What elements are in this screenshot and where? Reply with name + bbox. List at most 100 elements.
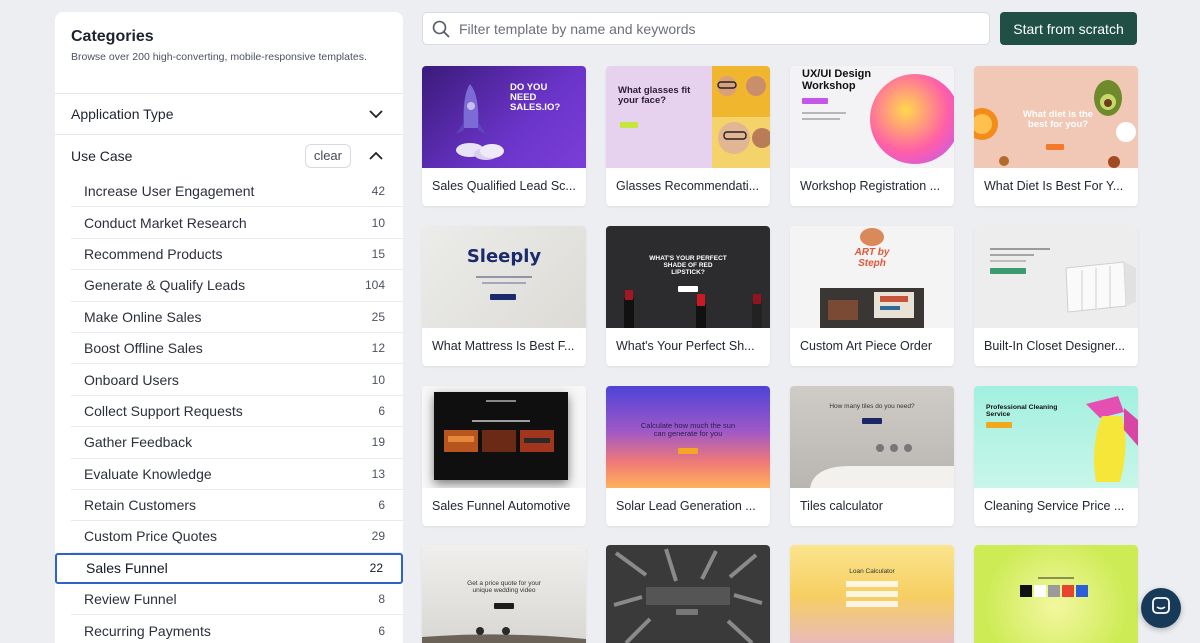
- use-case-item-count: 25: [371, 309, 385, 324]
- sidebar-title: Categories: [71, 28, 154, 45]
- use-case-item-count: 6: [378, 623, 385, 638]
- use-case-item-count: 13: [371, 466, 385, 481]
- template-card[interactable]: [606, 545, 770, 643]
- use-case-label: Use Case: [71, 147, 133, 164]
- template-title: What Diet Is Best For Y...: [984, 179, 1124, 193]
- template-title: Sales Funnel Automotive: [432, 499, 571, 513]
- application-type-label: Application Type: [71, 106, 174, 122]
- template-card[interactable]: [974, 545, 1138, 643]
- use-case-item[interactable]: Recommend Products 15: [71, 239, 403, 271]
- template-card[interactable]: What glasses fit your face? Glasses Reco…: [606, 66, 770, 206]
- template-title: Custom Art Piece Order: [800, 339, 932, 353]
- thumbnail-heading: UX/UI Design Workshop: [802, 68, 872, 92]
- search-input[interactable]: [459, 20, 989, 37]
- template-thumbnail: What diet is the best for you?: [974, 66, 1138, 168]
- template-card[interactable]: What diet is the best for you? What Diet…: [974, 66, 1138, 206]
- sidebar-subtitle: Browse over 200 high-converting, mobile-…: [71, 51, 367, 63]
- template-card[interactable]: UX/UI Design Workshop Workshop Registrat…: [790, 66, 954, 206]
- template-thumbnail: Sleeply: [422, 226, 586, 328]
- use-case-item-label: Conduct Market Research: [84, 214, 247, 231]
- use-case-list: Increase User Engagement 42 Conduct Market…: [55, 176, 403, 643]
- template-thumbnail: UX/UI Design Workshop: [790, 66, 954, 168]
- template-title: What Mattress Is Best F...: [432, 339, 575, 353]
- use-case-item[interactable]: Increase User Engagement 42: [71, 176, 403, 208]
- template-title: Built-In Closet Designer...: [984, 339, 1126, 353]
- template-thumbnail: ART by Steph: [790, 226, 954, 328]
- template-title: Tiles calculator: [800, 499, 883, 513]
- use-case-item-count: 10: [371, 372, 385, 387]
- template-thumbnail: [974, 226, 1138, 328]
- use-case-item[interactable]: Conduct Market Research 10: [71, 207, 403, 239]
- template-card[interactable]: Get a price quote for your unique weddin…: [422, 545, 586, 643]
- use-case-item[interactable]: Generate & Qualify Leads 104: [71, 270, 403, 302]
- use-case-item-count: 6: [378, 403, 385, 418]
- template-thumbnail: Calculate how much the sun can generate …: [606, 386, 770, 488]
- template-thumbnail: Get a price quote for your unique weddin…: [422, 545, 586, 643]
- use-case-item-label: Boost Offline Sales: [84, 340, 203, 357]
- use-case-item-count: 104: [364, 278, 385, 293]
- use-case-item[interactable]: Recurring Payments 6: [71, 615, 403, 643]
- use-case-item-label: Generate & Qualify Leads: [84, 277, 246, 294]
- use-case-item[interactable]: Boost Offline Sales 12: [71, 333, 403, 365]
- template-thumbnail: [606, 545, 770, 643]
- template-thumbnail: How many tiles do you need?: [790, 386, 954, 488]
- template-card[interactable]: How many tiles do you need? Tiles calcul…: [790, 386, 954, 526]
- search-bar[interactable]: [422, 12, 990, 45]
- template-thumbnail: DO YOU NEED SALES.IO?: [422, 66, 586, 168]
- use-case-item-label: Retain Customers: [84, 497, 197, 514]
- use-case-item-count: 19: [371, 435, 385, 450]
- use-case-item[interactable]: Sales Funnel 22: [55, 552, 403, 585]
- template-title: Cleaning Service Price ...: [984, 499, 1125, 513]
- start-from-scratch-button[interactable]: Start from scratch: [1000, 12, 1137, 45]
- use-case-item-count: 6: [378, 498, 385, 513]
- use-case-item-count: 12: [371, 341, 385, 356]
- template-thumbnail: Loan Calculator: [790, 545, 954, 643]
- template-card[interactable]: DO YOU NEED SALES.IO? Sales Qualified Le…: [422, 66, 586, 206]
- use-case-item[interactable]: Custom Price Quotes 29: [71, 521, 403, 553]
- use-case-item-count: 42: [371, 184, 385, 199]
- thumbnail-heading: Sleeply: [466, 246, 542, 267]
- thumbnail-heading: What diet is the best for you?: [1022, 109, 1094, 130]
- use-case-item[interactable]: Make Online Sales 25: [71, 302, 403, 333]
- template-title: Sales Qualified Lead Sc...: [432, 179, 576, 193]
- use-case-item-label: Collect Support Requests: [84, 402, 243, 419]
- template-card[interactable]: Sleeply What Mattress Is Best F...: [422, 226, 586, 366]
- chat-button[interactable]: [1141, 588, 1181, 628]
- template-thumbnail: [422, 386, 586, 488]
- thumbnail-heading: Calculate how much the sun can generate …: [640, 421, 736, 438]
- template-card[interactable]: Loan Calculator: [790, 545, 954, 643]
- template-card[interactable]: Calculate how much the sun can generate …: [606, 386, 770, 526]
- use-case-item[interactable]: Evaluate Knowledge 13: [71, 459, 403, 490]
- use-case-item-label: Onboard Users: [84, 371, 179, 388]
- sidebar-header: Categories Browse over 200 high-converti…: [55, 12, 403, 94]
- template-card[interactable]: Built-In Closet Designer...: [974, 226, 1138, 366]
- clear-button[interactable]: clear: [304, 143, 351, 168]
- template-title: Glasses Recommendati...: [616, 179, 760, 193]
- use-case-item-label: Custom Price Quotes: [84, 528, 218, 545]
- use-case-item[interactable]: Retain Customers 6: [71, 490, 403, 522]
- thumbnail-heading: Loan Calculator: [849, 568, 895, 575]
- use-case-accordion[interactable]: Use Case clear: [55, 135, 403, 176]
- template-card[interactable]: ART by Steph Custom Art Piece Order: [790, 226, 954, 366]
- thumbnail-heading: ART by Steph: [854, 247, 890, 269]
- categories-sidebar: Categories Browse over 200 high-converti…: [55, 12, 403, 643]
- use-case-item-label: Sales Funnel: [86, 560, 168, 577]
- use-case-item[interactable]: Gather Feedback 19: [71, 427, 403, 459]
- search-icon: [431, 19, 451, 39]
- template-card[interactable]: Professional Cleaning Service Cleaning S…: [974, 386, 1138, 526]
- template-thumbnail: What glasses fit your face?: [606, 66, 770, 168]
- chevron-up-icon[interactable]: [367, 147, 385, 165]
- application-type-accordion[interactable]: Application Type: [55, 94, 403, 135]
- use-case-item-count: 8: [378, 592, 385, 607]
- use-case-item-count: 15: [371, 246, 385, 261]
- use-case-item-count: 29: [371, 529, 385, 544]
- use-case-item-label: Increase User Engagement: [84, 183, 255, 200]
- use-case-item[interactable]: Review Funnel 8: [71, 584, 403, 616]
- use-case-item-label: Make Online Sales: [84, 308, 202, 325]
- use-case-item[interactable]: Collect Support Requests 6: [71, 396, 403, 428]
- template-title: What's Your Perfect Sh...: [616, 339, 755, 353]
- thumbnail-heading: What glasses fit your face?: [618, 85, 691, 106]
- use-case-item[interactable]: Onboard Users 10: [71, 364, 403, 396]
- template-card[interactable]: WHAT'S YOUR PERFECT SHADE OF RED LIPSTIC…: [606, 226, 770, 366]
- template-card[interactable]: Sales Funnel Automotive: [422, 386, 586, 526]
